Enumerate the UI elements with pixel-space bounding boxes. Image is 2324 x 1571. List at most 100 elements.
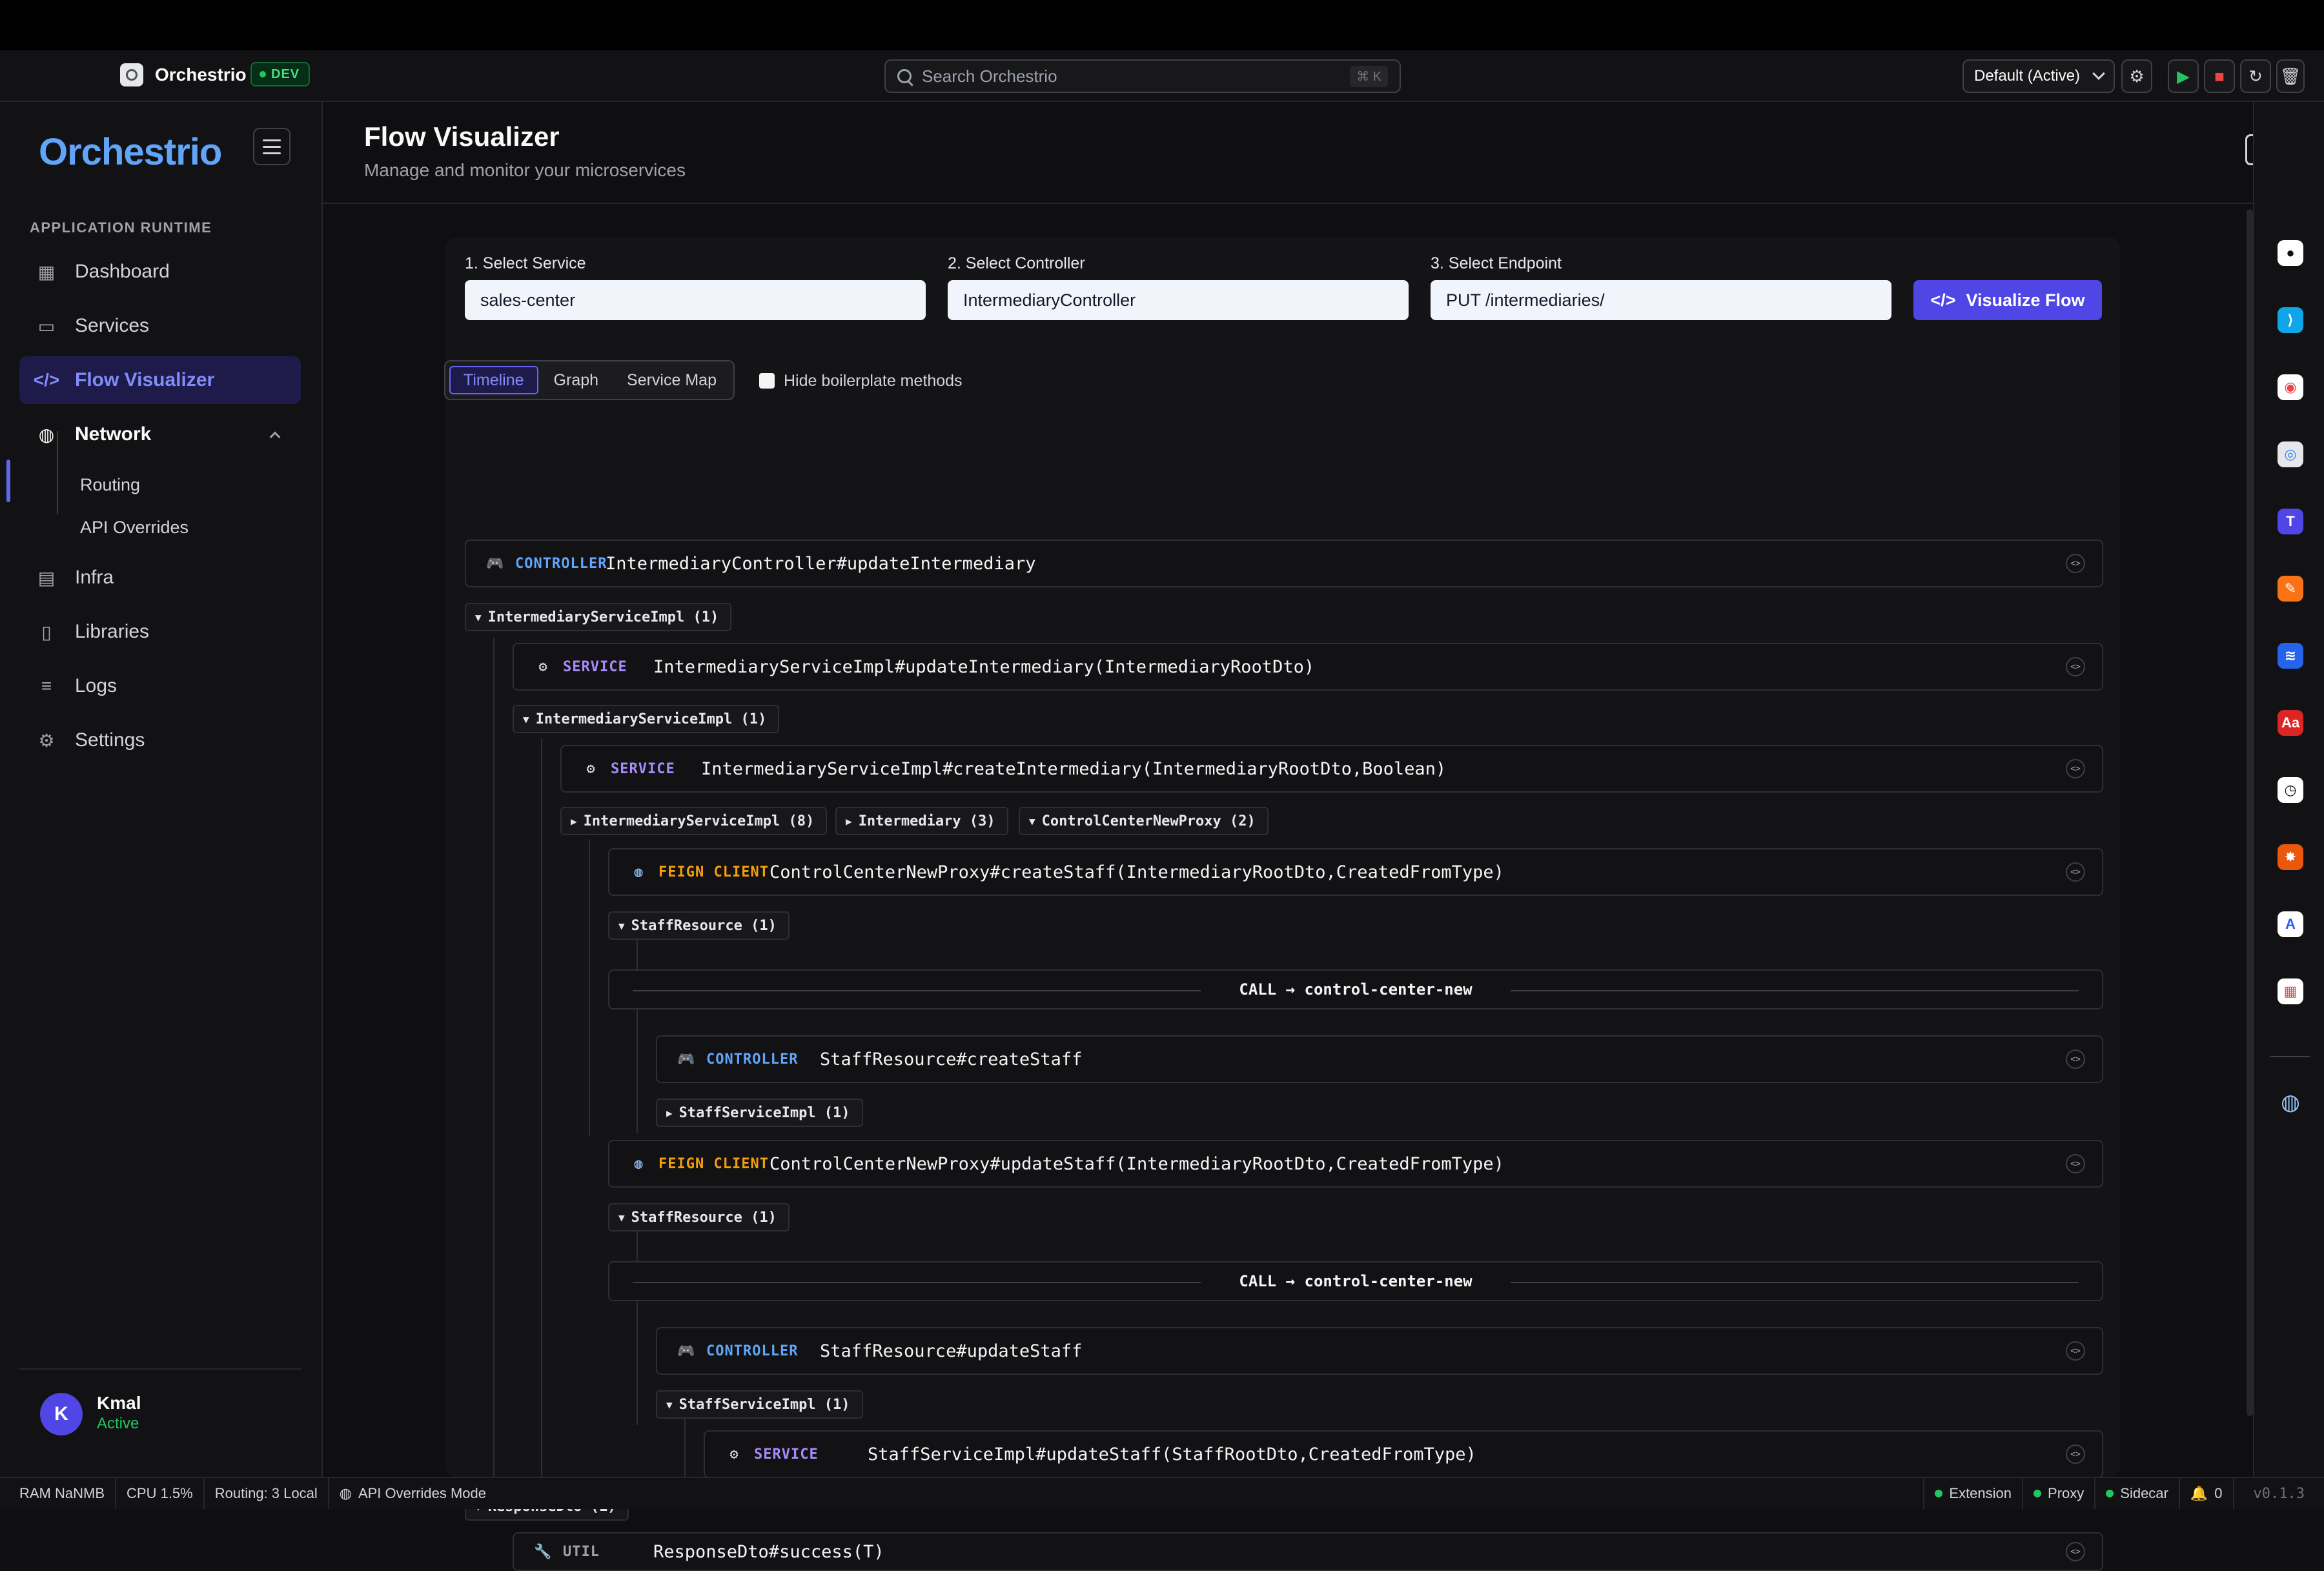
brand-logo: Orchestrio	[39, 131, 222, 173]
node-name: IntermediaryServiceImpl#updateIntermedia…	[653, 656, 1315, 677]
code-icon: </>	[33, 370, 60, 390]
page-subtitle: Manage and monitor your microservices	[364, 160, 686, 180]
dictionary-app-icon[interactable]: Aa	[2278, 710, 2303, 736]
sidebar-item-flow-visualizer[interactable]: </> Flow Visualizer	[19, 356, 301, 404]
docker-app-icon[interactable]: ≋	[2278, 643, 2303, 669]
status-mode[interactable]: ◍ API Overrides Mode	[329, 1478, 496, 1509]
clear-button[interactable]: 🗑	[2276, 59, 2305, 93]
flow-group[interactable]: ▶ IntermediaryServiceImpl (8)	[560, 807, 828, 835]
code-toggle-icon[interactable]: <>	[2066, 1341, 2085, 1361]
avatar[interactable]: K	[40, 1393, 83, 1435]
flow-group[interactable]: ▼ StaffResource (1)	[608, 911, 790, 940]
flow-group[interactable]: ▶ StaffServiceImpl (1)	[656, 1099, 863, 1127]
expanded-arrow-icon: ▼	[666, 1398, 673, 1411]
start-button[interactable]: ▶	[2168, 59, 2199, 93]
flow-group[interactable]: ▼ StaffServiceImpl (1)	[656, 1390, 863, 1419]
code-toggle-icon[interactable]: <>	[2066, 554, 2085, 573]
flow-node-controller[interactable]: 🎮 CONTROLLER StaffResource#updateStaff <…	[656, 1327, 2103, 1375]
endpoint-select[interactable]: PUT /intermediaries/	[1431, 280, 1891, 320]
status-routing[interactable]: Routing: 3 Local	[205, 1478, 329, 1509]
code-toggle-icon[interactable]: <>	[2066, 862, 2085, 882]
teams-app-icon[interactable]: T	[2278, 509, 2303, 534]
expanded-arrow-icon: ▼	[1029, 815, 1035, 827]
call-label: CALL → control-center-new	[1223, 980, 1488, 998]
globe-icon: ◍	[339, 1485, 352, 1501]
flow-group[interactable]: ▶ Intermediary (3)	[835, 807, 1008, 835]
calendar-app-icon[interactable]: ▦	[2278, 978, 2303, 1004]
flow-node-feign-client[interactable]: ◍ FEIGN CLIENT ControlCenterNewProxy#upd…	[608, 1140, 2103, 1188]
clock-app-icon[interactable]: ◷	[2278, 777, 2303, 803]
postman-app-icon[interactable]: ✎	[2278, 576, 2303, 602]
gear-icon: ⚙	[2129, 66, 2145, 86]
status-dot-icon	[1935, 1490, 1943, 1497]
app-store-icon[interactable]: A	[2278, 911, 2303, 937]
chrome-app-icon[interactable]: ◉	[2278, 374, 2303, 400]
stop-button[interactable]: ■	[2204, 59, 2235, 93]
status-notifications[interactable]: 🔔 0	[2180, 1478, 2234, 1509]
flow-node-service[interactable]: ⚙ SERVICE StaffServiceImpl#updateStaff(S…	[704, 1430, 2103, 1478]
sidebar-item-dashboard[interactable]: ▦ Dashboard	[19, 248, 301, 296]
sidebar-item-routing[interactable]: Routing	[80, 475, 140, 495]
visualize-flow-button[interactable]: </> Visualize Flow	[1913, 280, 2102, 320]
sidebar-item-settings[interactable]: ⚙ Settings	[19, 716, 301, 764]
flow-group[interactable]: ▼ ControlCenterNewProxy (2)	[1019, 807, 1269, 835]
sidebar-item-libraries[interactable]: ▯ Libraries	[19, 608, 301, 656]
flow-group[interactable]: ▼ StaffResource (1)	[608, 1203, 790, 1231]
node-type: SERVICE	[563, 658, 627, 675]
chevron-up-icon	[269, 431, 281, 443]
safari-app-icon[interactable]: ◎	[2278, 441, 2303, 467]
flow-node-controller[interactable]: 🎮 CONTROLLER IntermediaryController#upda…	[465, 540, 2103, 587]
sidebar-item-label: Services	[75, 315, 150, 336]
flow-node-util[interactable]: 🔧 UTIL ResponseDto#success(T) <>	[513, 1532, 2103, 1571]
code-toggle-icon[interactable]: <>	[2066, 1049, 2085, 1069]
gear-icon: ⚙	[729, 1446, 739, 1463]
group-label: ControlCenterNewProxy (2)	[1041, 813, 1256, 829]
status-sidecar[interactable]: Sidecar	[2095, 1478, 2180, 1509]
code-toggle-icon[interactable]: <>	[2066, 1542, 2085, 1561]
code-toggle-icon[interactable]: <>	[2066, 1444, 2085, 1464]
scrollbar[interactable]	[2247, 209, 2253, 1416]
sidebar-item-services[interactable]: ▭ Services	[19, 302, 301, 350]
vscode-app-icon[interactable]: ⟩	[2278, 307, 2303, 333]
menu-toggle-button[interactable]	[253, 128, 290, 165]
code-toggle-icon[interactable]: <>	[2066, 657, 2085, 676]
indent-line	[589, 839, 590, 1136]
spark-app-icon[interactable]: ✸	[2278, 844, 2303, 870]
tab-graph[interactable]: Graph	[541, 366, 611, 394]
tab-service-map[interactable]: Service Map	[614, 366, 729, 394]
controller-select[interactable]: IntermediaryController	[948, 280, 1409, 320]
node-type: SERVICE	[611, 760, 675, 777]
flow-node-service[interactable]: ⚙ SERVICE IntermediaryServiceImpl#create…	[560, 745, 2103, 793]
code-toggle-icon[interactable]: <>	[2066, 1154, 2085, 1173]
indent-line	[637, 1231, 638, 1425]
flow-node-feign-client[interactable]: ◍ FEIGN CLIENT ControlCenterNewProxy#cre…	[608, 848, 2103, 896]
github-app-icon[interactable]: ●	[2278, 240, 2303, 266]
flow-group[interactable]: ▼ IntermediaryServiceImpl (1)	[513, 705, 780, 733]
flow-group[interactable]: ▼ IntermediaryServiceImpl (1)	[465, 603, 732, 631]
sidebar-item-network[interactable]: ◍ Network	[19, 410, 301, 458]
code-toggle-icon[interactable]: <>	[2066, 759, 2085, 778]
gear-icon: ⚙	[38, 730, 55, 751]
refresh-button[interactable]: ↻	[2240, 59, 2271, 93]
visualize-flow-label: Visualize Flow	[1966, 290, 2085, 310]
profile-select[interactable]: Default (Active)	[1962, 59, 2115, 93]
sidebar-item-logs[interactable]: ≡ Logs	[19, 662, 301, 710]
node-name: IntermediaryServiceImpl#createIntermedia…	[701, 758, 1447, 779]
status-extension[interactable]: Extension	[1923, 1478, 2024, 1509]
flow-node-controller[interactable]: 🎮 CONTROLLER StaffResource#createStaff <…	[656, 1035, 2103, 1083]
search-bar[interactable]: Search Orchestrio ⌘ K	[884, 59, 1401, 93]
service-select[interactable]: sales-center	[465, 280, 926, 320]
sidebar-item-api-overrides[interactable]: API Overrides	[80, 518, 189, 538]
status-bar: RAM NaNMB CPU 1.5% Routing: 3 Local ◍ API…	[0, 1477, 2324, 1509]
user-status: Active	[97, 1415, 139, 1432]
trash-icon: 🗑	[2279, 66, 2301, 86]
env-badge-label: DEV	[271, 66, 300, 81]
tab-timeline[interactable]: Timeline	[449, 366, 538, 394]
hide-boilerplate-checkbox[interactable]	[759, 373, 775, 389]
status-proxy[interactable]: Proxy	[2023, 1478, 2096, 1509]
sidebar-item-infra[interactable]: ▤ Infra	[19, 554, 301, 602]
gear-icon-button[interactable]: ⚙	[2121, 59, 2152, 93]
globe-icon[interactable]: ◍	[2278, 1090, 2303, 1115]
flow-node-service[interactable]: ⚙ SERVICE IntermediaryServiceImpl#update…	[513, 643, 2103, 691]
app-version: v0.1.3	[2253, 1485, 2305, 1502]
